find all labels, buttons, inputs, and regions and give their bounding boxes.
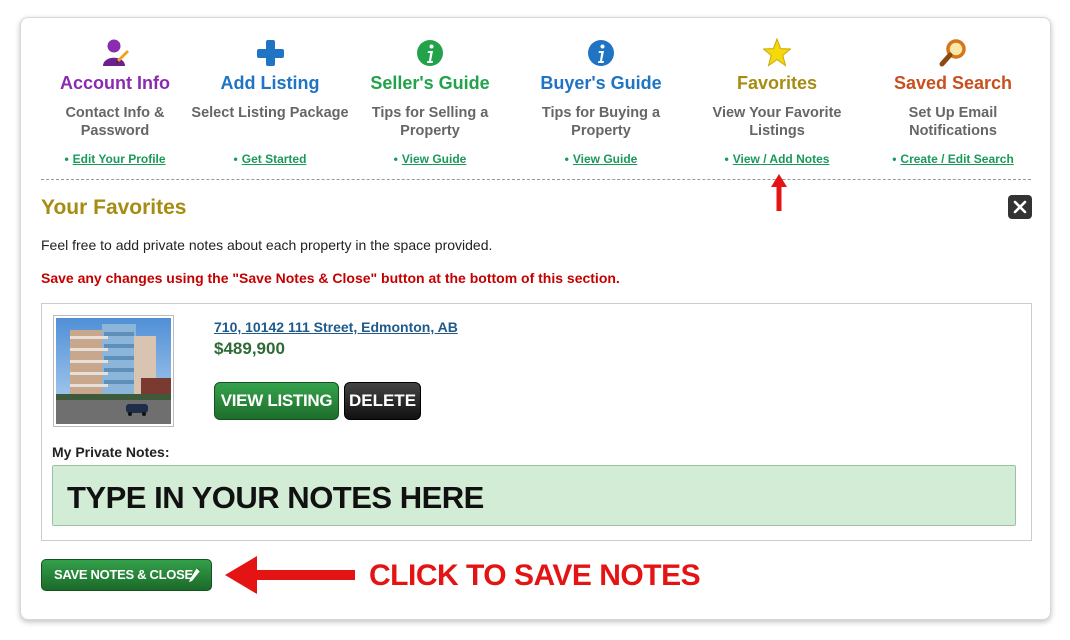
- favorites-intro: Feel free to add private notes about eac…: [41, 237, 493, 253]
- nav-link-row: • Get Started: [185, 152, 355, 166]
- favorites-title: Your Favorites: [41, 196, 187, 219]
- close-icon: [1013, 200, 1027, 214]
- nav-title[interactable]: Add Listing: [185, 73, 355, 94]
- plus-icon[interactable]: [256, 38, 284, 68]
- save-notes-close-button[interactable]: SAVE NOTES & CLOSE: [41, 559, 212, 591]
- listing-photo[interactable]: [53, 315, 174, 427]
- nav-description: Tips for Buying a Property: [541, 105, 661, 139]
- bullet-icon: •: [64, 152, 69, 166]
- bullet-icon: •: [393, 152, 398, 166]
- notes-label: My Private Notes:: [52, 444, 170, 460]
- private-notes-textarea[interactable]: [52, 465, 1016, 526]
- nav-link-row: • View / Add Notes: [692, 152, 862, 166]
- nav-description: View Your Favorite Listings: [712, 105, 842, 139]
- save-notes-callout: CLICK TO SAVE NOTES: [369, 559, 701, 592]
- bullet-icon: •: [724, 152, 729, 166]
- nav-description: Tips for Selling a Property: [371, 105, 489, 139]
- create-edit-search-link[interactable]: Create / Edit Search: [900, 152, 1013, 166]
- nav-title[interactable]: Saved Search: [868, 73, 1038, 94]
- view-listing-button[interactable]: VIEW LISTING: [214, 382, 339, 420]
- info-icon[interactable]: [587, 38, 615, 68]
- member-panel: Account Info Contact Info & Password • Ed…: [20, 17, 1051, 620]
- nav-divider: [41, 179, 1031, 180]
- nav-description: Select Listing Package: [191, 105, 349, 121]
- pencil-icon: [189, 567, 201, 582]
- star-icon[interactable]: [763, 38, 791, 68]
- save-warning: Save any changes using the "Save Notes &…: [41, 270, 620, 286]
- nav-link-row: • View Guide: [345, 152, 515, 166]
- nav-title[interactable]: Account Info: [30, 73, 200, 94]
- view-add-notes-link[interactable]: View / Add Notes: [733, 152, 830, 166]
- nav-link-row: • Edit Your Profile: [30, 152, 200, 166]
- bullet-icon: •: [564, 152, 569, 166]
- edit-profile-link[interactable]: Edit Your Profile: [73, 152, 166, 166]
- favorite-listing-card: 710, 10142 111 Street, Edmonton, AB $489…: [41, 303, 1032, 541]
- view-buyers-guide-link[interactable]: View Guide: [573, 152, 637, 166]
- building-image: [56, 318, 171, 424]
- nav-description: Contact Info & Password: [65, 105, 165, 139]
- user-icon[interactable]: [101, 38, 129, 68]
- close-button[interactable]: [1008, 195, 1032, 219]
- view-sellers-guide-link[interactable]: View Guide: [402, 152, 466, 166]
- nav-title[interactable]: Buyer's Guide: [516, 73, 686, 94]
- get-started-link[interactable]: Get Started: [242, 152, 307, 166]
- magnifier-icon[interactable]: [939, 38, 967, 68]
- arrow-left-icon: [225, 556, 355, 594]
- delete-button[interactable]: DELETE: [344, 382, 421, 420]
- arrow-up-icon: [771, 174, 787, 211]
- info-icon[interactable]: [416, 38, 444, 68]
- nav-title[interactable]: Favorites: [692, 73, 862, 94]
- nav-description: Set Up Email Notifications: [908, 105, 998, 139]
- listing-price: $489,900: [214, 339, 285, 358]
- listing-address-link[interactable]: 710, 10142 111 Street, Edmonton, AB: [214, 319, 458, 335]
- nav-link-row: • View Guide: [516, 152, 686, 166]
- bullet-icon: •: [892, 152, 897, 166]
- nav-title[interactable]: Seller's Guide: [345, 73, 515, 94]
- bullet-icon: •: [233, 152, 238, 166]
- nav-link-row: • Create / Edit Search: [868, 152, 1038, 166]
- save-button-label: SAVE NOTES & CLOSE: [54, 567, 193, 582]
